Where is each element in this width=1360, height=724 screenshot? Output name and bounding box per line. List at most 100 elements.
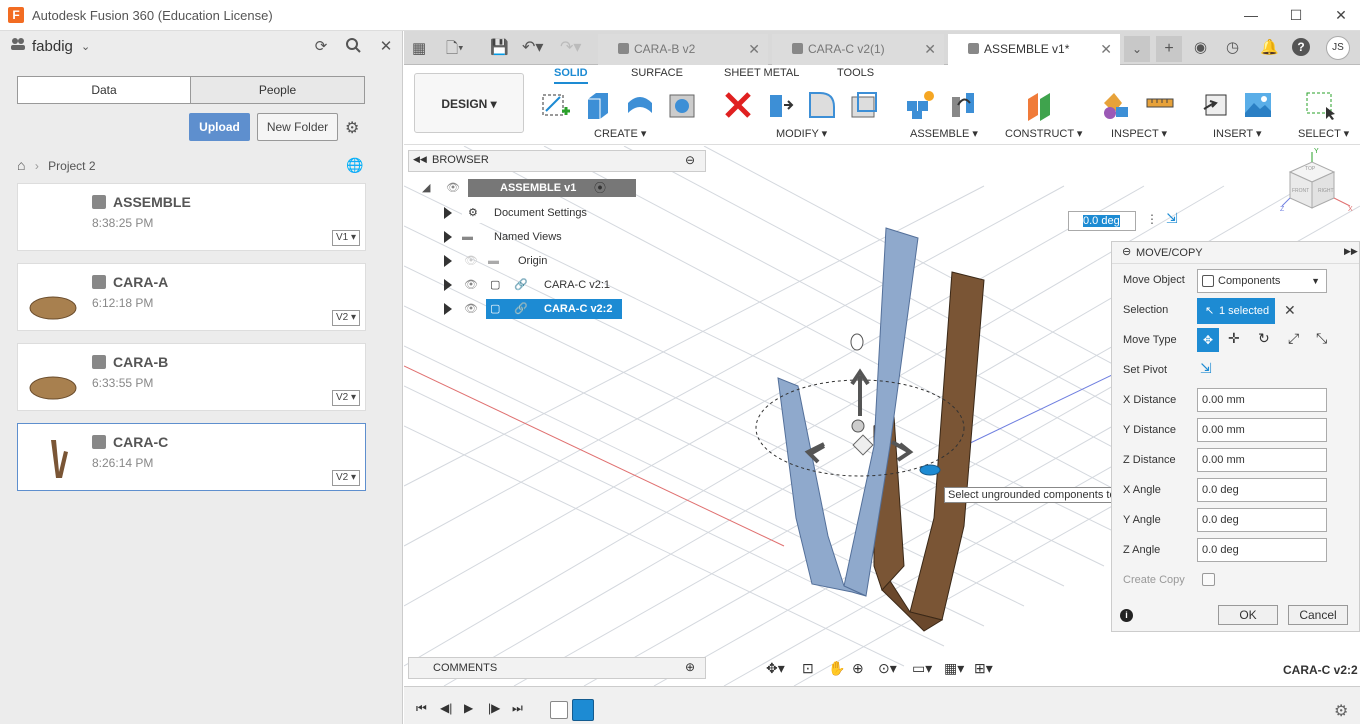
collapse-browser-icon[interactable]: ◀◀ [413,154,427,165]
avatar[interactable]: JS [1326,36,1350,60]
more-options-icon[interactable]: ⋮ [1146,212,1158,226]
browser-item[interactable]: ⚙ Document Settings [444,203,594,223]
fit-icon[interactable]: ⊙▾ [878,660,897,677]
y-angle-input[interactable]: 0.0 deg [1197,508,1327,532]
select-window-icon[interactable] [1304,89,1336,121]
notifications-icon[interactable]: 🔔 [1260,38,1279,56]
version-dropdown[interactable]: V2 ▾ [332,390,360,406]
step-back-icon[interactable]: ◀| [440,701,452,715]
insert-menu[interactable]: INSERT ▾ [1213,127,1262,140]
tabs-overflow-icon[interactable]: ⌄ [1124,36,1150,62]
doc-tab[interactable]: CARA-B v2 ✕ [598,34,768,65]
save-icon[interactable]: 💾 [490,38,509,56]
grid-menu-icon[interactable]: ▦ [412,39,426,57]
pan-icon[interactable]: ✋ [828,660,845,677]
shell-icon[interactable] [848,89,880,121]
browser-item[interactable]: ▬ Named Views [444,227,574,247]
file-card[interactable]: ASSEMBLE 8:38:25 PM V1 ▾ [17,183,366,251]
free-move-icon[interactable]: ✥ [1197,328,1219,352]
point-to-position-icon[interactable]: ⤡ [1316,330,1327,347]
new-component-icon[interactable] [904,89,936,121]
view-cube-icon[interactable] [1280,150,1356,222]
hub-people-icon[interactable] [8,37,28,57]
minimize-button[interactable]: — [1236,4,1266,26]
doc-tab-active[interactable]: ASSEMBLE v1* ✕ [948,34,1120,65]
pivot-center-handle[interactable] [851,419,865,433]
hub-name[interactable]: fabdig [32,38,73,55]
tab-surface[interactable]: SURFACE [631,67,683,79]
create-menu[interactable]: CREATE ▾ [594,127,646,140]
file-menu-icon[interactable]: 🗋▾ [446,38,464,63]
file-card[interactable]: CARA-A 6:12:18 PM V2 ▾ [17,263,366,331]
rotation-handle-top[interactable] [850,333,864,351]
version-dropdown[interactable]: V1 ▾ [332,230,360,246]
workspace-dropdown[interactable]: DESIGN ▾ [414,73,524,133]
joint-icon[interactable] [948,89,980,121]
y-distance-input[interactable]: 0.00 mm [1197,418,1327,442]
timeline-feature-active-icon[interactable] [572,699,594,721]
tab-sheet-metal[interactable]: SHEET METAL [724,67,799,79]
measure-icon[interactable] [1100,89,1132,121]
version-dropdown[interactable]: V2 ▾ [332,310,360,326]
revolve-icon[interactable] [624,89,656,121]
angle-input[interactable]: 0.0 deg [1068,211,1136,231]
close-panel-icon[interactable]: ✕ [376,37,396,57]
hidden-eye-icon[interactable]: 👁 [464,251,478,271]
inspect-menu[interactable]: INSPECT ▾ [1111,127,1167,140]
browser-root[interactable]: ◢ 👁 ASSEMBLE v1 ⦿ [422,178,636,198]
clear-selection-icon[interactable]: ✕ [1284,302,1296,319]
eye-icon[interactable]: 👁 [446,178,460,198]
expand-arrow-icon[interactable] [444,303,452,315]
set-pivot-icon[interactable]: ⇲ [1166,210,1178,227]
step-forward-icon[interactable]: |▶ [488,701,500,715]
minus-icon[interactable]: ⊖ [1122,245,1131,258]
orbit-icon[interactable]: ✥▾ [766,660,785,677]
rotate-icon[interactable]: ↻ [1258,330,1270,347]
redo-icon[interactable]: ↷▾ [560,37,581,57]
create-sketch-icon[interactable] [540,89,572,121]
help-icon[interactable]: ? [1292,38,1310,56]
expand-triangle-icon[interactable]: ◢ [422,178,430,198]
tab-solid[interactable]: SOLID [554,67,588,84]
fillet-icon[interactable] [806,89,838,121]
cancel-button[interactable]: Cancel [1288,605,1348,625]
timeline-settings-icon[interactable]: ⚙ [1334,701,1348,721]
hole-icon[interactable] [666,89,698,121]
version-dropdown[interactable]: V2 ▾ [332,470,360,486]
close-button[interactable]: ✕ [1326,4,1356,26]
refresh-icon[interactable]: ⟳ [311,37,331,57]
move-object-select[interactable]: Components ▼ [1197,269,1327,293]
add-comment-icon[interactable]: ⊕ [685,660,695,674]
tab-people[interactable]: People [191,77,364,103]
job-status-icon[interactable]: ◷ [1226,38,1239,56]
delete-icon[interactable] [722,89,754,121]
extrude-icon[interactable] [582,89,614,121]
y-arrow-handle[interactable] [850,368,870,416]
globe-icon[interactable]: 🌐 [346,157,363,174]
eye-icon[interactable]: 👁 [464,275,478,295]
expand-arrow-icon[interactable] [444,279,452,291]
zoom-icon[interactable]: ⊕ [852,660,864,677]
new-folder-button[interactable]: New Folder [257,113,338,141]
look-at-icon[interactable]: ⊡ [802,660,814,677]
doc-tab[interactable]: CARA-C v2(1) ✕ [772,34,944,65]
new-tab-icon[interactable]: + [1156,36,1182,62]
browser-item[interactable]: 👁 ▬ Origin [444,251,554,271]
offset-plane-icon[interactable] [1024,89,1056,121]
home-icon[interactable]: ⌂ [17,157,25,173]
close-tab-icon[interactable]: ✕ [1100,34,1112,64]
selection-button[interactable]: ↖ 1 selected [1197,298,1275,324]
timeline-feature-icon[interactable] [550,701,568,719]
construct-menu[interactable]: CONSTRUCT ▾ [1005,127,1082,140]
assemble-menu[interactable]: ASSEMBLE ▾ [910,127,978,140]
extensions-icon[interactable]: ◉ [1194,38,1207,56]
tab-tools[interactable]: TOOLS [837,67,874,79]
insert-image-icon[interactable] [1242,89,1274,121]
go-to-end-icon[interactable]: ⏭ [512,701,523,716]
x-distance-input[interactable]: 0.00 mm [1197,388,1327,412]
expand-arrow-icon[interactable] [444,255,452,267]
gear-icon[interactable]: ⚙ [345,118,359,138]
expand-dialog-icon[interactable]: ▶▶ [1344,246,1358,257]
x-angle-input[interactable]: 0.0 deg [1197,478,1327,502]
expand-arrow-icon[interactable] [444,231,452,243]
